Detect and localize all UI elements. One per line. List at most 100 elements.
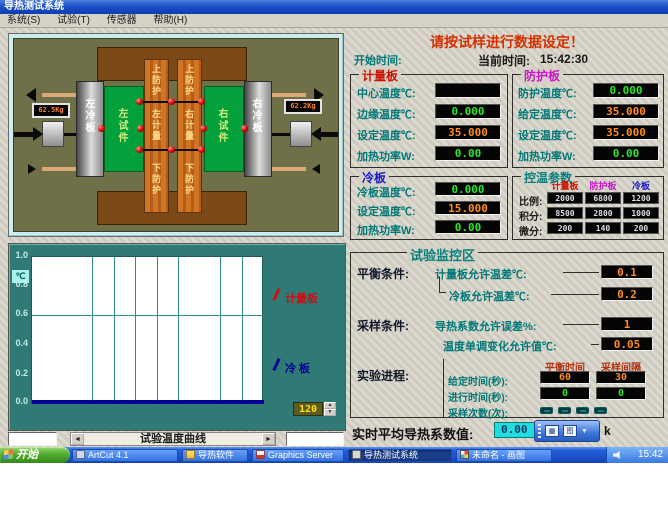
heat-power-display: 0.00: [435, 146, 501, 161]
elapsed-interval-display: 0: [596, 387, 646, 400]
press-shaft: [318, 132, 339, 137]
scroll-right-icon[interactable]: ►: [262, 433, 275, 445]
screen: 导热测试系统 系统(S) 试验(T) 传感器 帮助(H): [0, 0, 668, 509]
connector-line: [551, 294, 599, 295]
temperature-chart-panel: ℃ 1.0 0.8 0.6 0.4 0.2 0.0 计量板 冷 板 120 ▲ …: [8, 243, 346, 431]
scroll-left-icon[interactable]: ◄: [71, 433, 84, 445]
y-tick: 0.6: [9, 308, 28, 318]
sensor-dot: [168, 98, 175, 105]
taskbar-task-thermal-system[interactable]: 导热测试系统: [348, 449, 452, 462]
sample-count-led: [540, 407, 553, 414]
load-display-right: 62.2Kg: [284, 99, 322, 114]
flow-arrow-icon: [28, 164, 36, 174]
spin-down-icon[interactable]: ▼: [324, 409, 336, 416]
edge-temp-display: 0.000: [435, 104, 501, 119]
center-temp-display: [435, 83, 501, 98]
pid-i-cell[interactable]: 8500: [547, 207, 583, 219]
flow-arrow-icon: [312, 164, 320, 174]
metering-allow-diff-input[interactable]: 0.1: [601, 265, 653, 279]
keyboard-icon[interactable]: ▦: [545, 425, 559, 437]
pid-i-cell[interactable]: 1000: [623, 207, 659, 219]
group-title: 计量板: [359, 67, 401, 84]
connector-line: [563, 324, 599, 325]
apparatus-diagram: 62.5Kg 62.2Kg 左冷板 右冷板 左试件 右试件 上防护 左计量 下防…: [13, 38, 339, 232]
interval-time-input[interactable]: 30: [596, 371, 646, 384]
cold-allow-diff-input[interactable]: 0.2: [601, 287, 653, 301]
taskbar-task-artcut[interactable]: ArtCut 4.1: [72, 449, 178, 462]
gridline: [220, 257, 221, 405]
cold-plate-left-label: 左冷板: [84, 99, 97, 135]
coolant-pipe: [272, 167, 306, 171]
titlebar[interactable]: 导热测试系统: [0, 0, 668, 14]
elapsed-balance-display: 0: [540, 387, 590, 400]
status-box-left: [8, 432, 57, 446]
sample-count-led: [576, 407, 589, 414]
language-bar[interactable]: ▦ 图 ▼: [534, 420, 600, 442]
chart-scrollbar: ◄ 试验温度曲线 ►: [70, 432, 276, 446]
series-line-zero: [32, 400, 264, 404]
pid-p-cell[interactable]: 2000: [547, 192, 583, 204]
window-title: 导热测试系统: [4, 1, 64, 12]
taskbar-task-graphics-server[interactable]: Graphics Server: [252, 449, 344, 462]
windows-logo-icon: [4, 450, 13, 460]
heat-power-display: 0.00: [593, 146, 659, 161]
flow-arrow-icon: [26, 88, 36, 102]
taskbar-task-paint[interactable]: 未命名 - 画图: [456, 449, 552, 462]
menu-system[interactable]: 系统(S): [0, 14, 47, 28]
menu-sensor[interactable]: 传感器: [100, 14, 144, 28]
task-label: Graphics Server: [268, 450, 333, 460]
pid-i-cell[interactable]: 2800: [585, 207, 621, 219]
field-label: 防护温度℃:: [518, 85, 577, 101]
legend-label-metering: 计量板: [285, 290, 318, 306]
taskbar-task-folder[interactable]: 导热软件: [182, 449, 248, 462]
gridline: [135, 257, 136, 405]
guard-top-left-label: 上防护: [150, 64, 163, 96]
cold-plate-right-label: 右冷板: [251, 99, 264, 135]
gridline: [92, 257, 93, 405]
field-label: 设定温度℃:: [357, 203, 416, 219]
langbar-options-icon[interactable]: ▼: [581, 428, 588, 435]
pid-d-cell[interactable]: 200: [623, 222, 659, 234]
set-temp-input[interactable]: 35.000: [593, 125, 659, 140]
gridline: [114, 257, 115, 405]
monotonic-change-input[interactable]: 0.05: [601, 337, 653, 351]
pid-p-cell[interactable]: 1200: [623, 192, 659, 204]
press-connector-right: [290, 121, 312, 147]
pid-d-cell[interactable]: 200: [547, 222, 583, 234]
menu-help[interactable]: 帮助(H): [146, 14, 194, 28]
chart-plot-area: [31, 256, 263, 404]
start-button[interactable]: 开始: [0, 447, 70, 463]
langbar-grip[interactable]: [538, 424, 541, 438]
metering-left-label: 左计量: [150, 109, 163, 141]
field-label: 设定温度℃:: [357, 127, 416, 143]
field-label: 加热功率W:: [518, 148, 576, 164]
field-label: 加热功率W:: [357, 148, 415, 164]
y-tick: 1.0: [9, 250, 28, 260]
x-span-value[interactable]: 120: [293, 402, 323, 416]
spin-up-icon[interactable]: ▲: [324, 402, 336, 409]
gridline: [32, 315, 264, 316]
y-tick: 0.8: [9, 279, 28, 289]
balance-row1-label: 计量板允许温差℃:: [435, 266, 527, 282]
pid-d-cell[interactable]: 140: [585, 222, 621, 234]
speaker-icon[interactable]: [613, 451, 622, 459]
press-shaft: [64, 133, 76, 136]
result-label: 实时平均导热系数值:: [352, 424, 473, 443]
ime-icon[interactable]: 图: [563, 425, 577, 437]
balance-time-input[interactable]: 60: [540, 371, 590, 384]
pid-p-cell[interactable]: 6800: [585, 192, 621, 204]
specimen-left-label: 左试件: [117, 109, 130, 145]
gridline: [157, 257, 158, 405]
set-temp-input[interactable]: 35.000: [435, 125, 501, 140]
set-temp-input[interactable]: 15.000: [435, 201, 501, 215]
group-guard-plate: 防护板 防护温度℃: 0.000 给定温度℃: 35.000 设定温度℃: 35…: [512, 74, 664, 168]
connector-line: [591, 344, 599, 345]
press-connector-left: [42, 121, 64, 147]
sampling-row2-label: 温度单调变化允许值℃:: [443, 338, 557, 354]
legend-mark-metering: [272, 288, 280, 301]
progress-table: 平衡时间 采样间隔 给定时间(秒): 60 30 进行时间(秒): 0 0 采样…: [443, 359, 659, 417]
system-tray: 15:42: [606, 447, 668, 463]
menu-test[interactable]: 试验(T): [50, 14, 97, 28]
conductivity-error-input[interactable]: 1: [601, 317, 653, 331]
sampling-row1-label: 导热系数允许误差%:: [435, 318, 536, 334]
